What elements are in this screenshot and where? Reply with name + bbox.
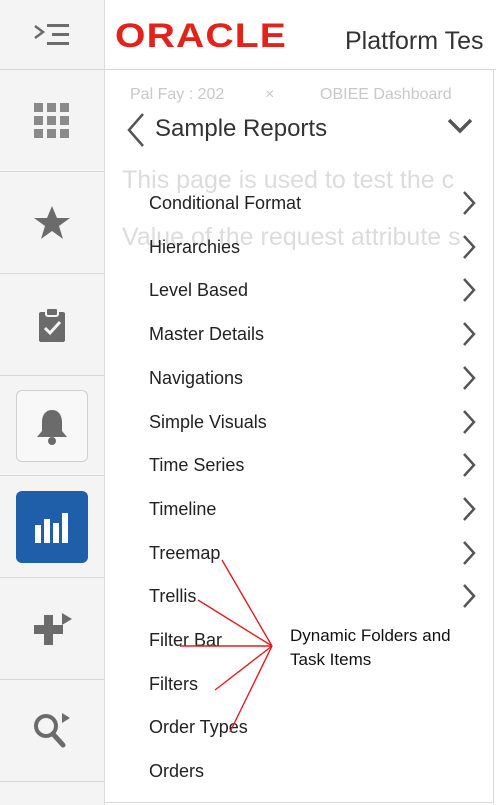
list-item-label: Order Types bbox=[149, 717, 248, 738]
list-item[interactable]: Time Series bbox=[105, 444, 496, 488]
list-item[interactable]: Simple Visuals bbox=[105, 401, 496, 445]
list-item-label: Conditional Format bbox=[149, 193, 302, 213]
chevron-right-icon bbox=[461, 190, 477, 221]
annotation-line-1: Dynamic Folders and bbox=[290, 626, 451, 645]
chevron-right-icon bbox=[461, 452, 477, 483]
app-title: Platform Tes bbox=[345, 27, 484, 55]
list-item[interactable]: Order Types bbox=[105, 706, 496, 750]
list-item[interactable]: Treemap bbox=[105, 532, 496, 576]
sample-reports-panel: Sample Reports Conditional Format Hierarc… bbox=[105, 70, 496, 805]
bar-chart-icon bbox=[32, 507, 72, 547]
list-item-label: Master Details bbox=[149, 324, 265, 345]
oracle-logo: ORACLE bbox=[115, 17, 287, 55]
list-item-label: Filter Bar bbox=[149, 630, 223, 650]
list-item-label: Treemap bbox=[149, 542, 221, 563]
apps-grid-button[interactable] bbox=[0, 70, 104, 172]
favorites-button[interactable] bbox=[0, 172, 104, 274]
panel-title: Sample Reports bbox=[155, 115, 328, 142]
list-item-label: Navigations bbox=[149, 367, 244, 388]
chevron-right-icon bbox=[461, 540, 477, 571]
chevron-right-icon bbox=[461, 321, 477, 352]
create-button[interactable] bbox=[0, 578, 104, 680]
navigation-rail bbox=[0, 0, 105, 805]
grid-icon bbox=[32, 101, 72, 141]
annotation-callout: Dynamic Folders and Task Items bbox=[290, 624, 451, 672]
menu-button[interactable] bbox=[0, 0, 104, 70]
list-item[interactable]: Trellis bbox=[105, 575, 496, 619]
notifications-button[interactable] bbox=[16, 389, 88, 462]
chevron-right-icon bbox=[461, 409, 477, 440]
plus-arrow-icon bbox=[30, 609, 74, 649]
back-button[interactable] bbox=[125, 112, 147, 153]
bell-icon bbox=[32, 406, 72, 446]
search-button[interactable] bbox=[0, 680, 104, 782]
chevron-down-icon bbox=[445, 118, 475, 140]
list-item-label: Orders bbox=[149, 761, 205, 782]
list-item[interactable]: Hierarchies bbox=[105, 226, 496, 270]
list-item[interactable]: Timeline bbox=[105, 488, 496, 532]
menu-icon bbox=[32, 20, 72, 50]
collapse-button[interactable] bbox=[445, 116, 475, 141]
notifications-slot bbox=[0, 376, 104, 476]
list-item-label: Simple Visuals bbox=[149, 411, 267, 432]
list-item[interactable]: Orders bbox=[105, 750, 496, 794]
chevron-right-icon bbox=[461, 234, 477, 265]
list-item-label: Level Based bbox=[149, 280, 249, 301]
app-header: Pal Fay : 202 ORACLE Platform Tes bbox=[105, 0, 496, 70]
star-icon bbox=[32, 203, 72, 243]
panel-header: Sample Reports bbox=[105, 70, 496, 182]
list-item-label: Filters bbox=[149, 673, 198, 694]
list-item-label: Time Series bbox=[149, 455, 245, 476]
tasks-button[interactable] bbox=[0, 274, 104, 376]
list-item[interactable]: Navigations bbox=[105, 357, 496, 401]
chevron-right-icon bbox=[461, 496, 477, 527]
list-item-label: Hierarchies bbox=[149, 236, 241, 257]
annotation-line-2: Task Items bbox=[290, 650, 372, 669]
list-item-label: Timeline bbox=[149, 498, 217, 519]
search-arrow-icon bbox=[30, 709, 74, 753]
chevron-left-icon bbox=[125, 113, 147, 152]
chevron-right-icon bbox=[461, 365, 477, 396]
list-item-label: Trellis bbox=[149, 586, 197, 607]
chevron-right-icon bbox=[461, 583, 477, 614]
reports-slot bbox=[0, 476, 104, 578]
reports-button[interactable] bbox=[16, 490, 88, 563]
list-item[interactable]: Master Details bbox=[105, 313, 496, 357]
list-item[interactable]: Level Based bbox=[105, 269, 496, 313]
chevron-right-icon bbox=[461, 277, 477, 308]
list-item[interactable]: Conditional Format bbox=[105, 182, 496, 226]
clipboard-check-icon bbox=[32, 305, 72, 345]
